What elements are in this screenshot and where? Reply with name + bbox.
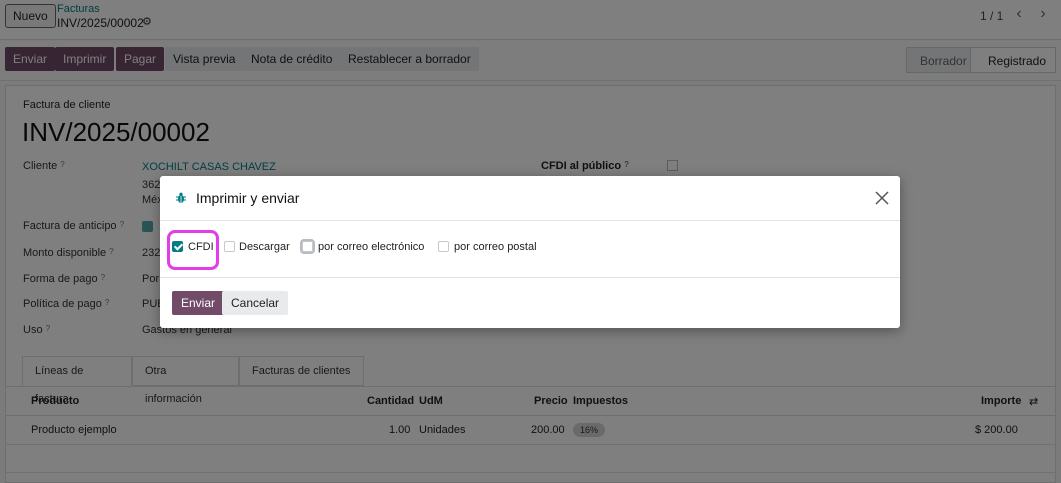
email-checkbox[interactable] (300, 239, 315, 254)
dialog-send-button[interactable]: Enviar (172, 291, 225, 315)
postal-checkbox[interactable] (438, 241, 449, 252)
dialog-cancel-button[interactable]: Cancelar (222, 291, 289, 315)
email-option-label[interactable]: por correo electrónico (318, 241, 424, 253)
dialog-header: Imprimir y enviar (160, 176, 900, 221)
bug-icon (176, 192, 186, 203)
close-icon[interactable] (874, 190, 890, 206)
download-option-label[interactable]: Descargar (239, 241, 290, 253)
cfdi-highlight-annotation (167, 230, 219, 270)
download-checkbox[interactable] (224, 241, 235, 252)
postal-option-label[interactable]: por correo postal (454, 241, 537, 253)
dialog-title: Imprimir y enviar (196, 190, 300, 206)
